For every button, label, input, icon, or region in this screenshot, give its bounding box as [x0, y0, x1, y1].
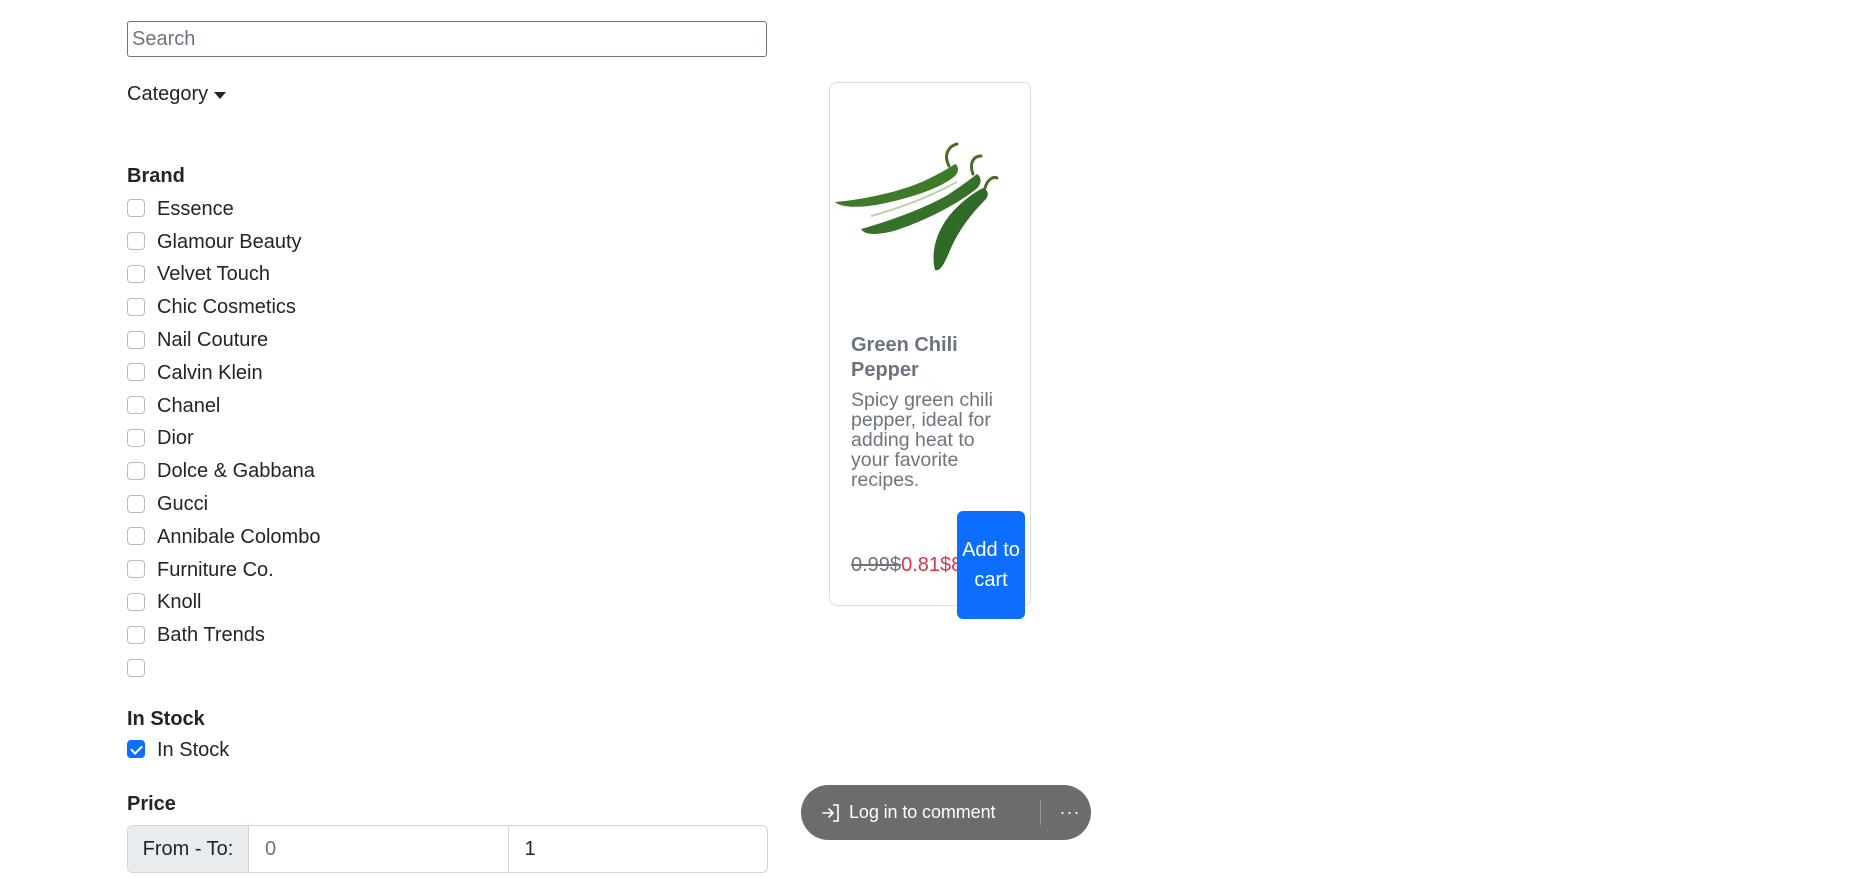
brand-checkbox[interactable]: [127, 199, 145, 218]
product-title: Green Chili Pepper: [851, 334, 958, 381]
product-description: Spicy green chili pepper, ideal for addi…: [851, 389, 993, 491]
brand-checkbox[interactable]: [127, 330, 145, 349]
comment-bar: Log in to comment ···: [801, 785, 1091, 840]
brand-label: Bath Trends: [157, 624, 265, 647]
brand-option[interactable]: Chic Cosmetics: [127, 291, 320, 324]
log-in-to-comment-button[interactable]: Log in to comment: [849, 802, 995, 823]
brand-label: Annibale Colombo: [157, 525, 321, 548]
sale-price: 0.81$: [901, 554, 952, 576]
brand-label: Knoll: [157, 591, 202, 614]
login-icon: [822, 803, 839, 822]
brand-checkbox[interactable]: [127, 461, 145, 480]
in-stock-label: In Stock: [157, 738, 230, 761]
brand-checkbox[interactable]: [127, 297, 145, 316]
in-stock-title: In Stock: [127, 708, 205, 730]
brand-checkbox[interactable]: [127, 560, 145, 579]
brand-label: Dolce & Gabbana: [157, 460, 315, 483]
brand-option[interactable]: Nail Couture: [127, 324, 320, 357]
brand-label: Chanel: [157, 394, 221, 417]
brand-label: Calvin Klein: [157, 361, 263, 384]
category-dropdown[interactable]: Category: [127, 83, 227, 106]
brand-option[interactable]: Calvin Klein: [127, 357, 320, 390]
brand-checkbox[interactable]: [127, 494, 145, 513]
brand-checkbox[interactable]: [127, 264, 145, 283]
brand-checkbox[interactable]: [127, 625, 145, 644]
brand-option[interactable]: Dior: [127, 423, 320, 456]
old-price: 0.99$: [851, 554, 902, 576]
brand-checkbox[interactable]: [127, 363, 145, 382]
brand-list: Essence Glamour Beauty Velvet Touch Chic Co…: [127, 193, 320, 685]
brand-option[interactable]: [127, 652, 320, 685]
brand-label: Glamour Beauty: [157, 230, 302, 253]
brand-checkbox[interactable]: [127, 658, 145, 677]
add-to-cart-button[interactable]: Add to cart: [957, 511, 1025, 619]
price-title: Price: [127, 793, 176, 815]
brand-option[interactable]: Furniture Co.: [127, 554, 320, 587]
brand-option[interactable]: Velvet Touch: [127, 259, 320, 292]
in-stock-option[interactable]: In Stock: [127, 735, 229, 765]
more-icon[interactable]: ···: [1059, 797, 1081, 827]
price-range-group: From - To:: [127, 825, 768, 873]
price-from-input[interactable]: [249, 826, 509, 872]
comment-bar-divider: [1040, 800, 1041, 825]
price-range-label: From - To:: [128, 826, 249, 872]
caret-down-icon: [214, 92, 227, 99]
brand-option[interactable]: Knoll: [127, 587, 320, 620]
brand-label: Furniture Co.: [157, 558, 274, 581]
brand-option[interactable]: Glamour Beauty: [127, 226, 320, 259]
brand-label: Gucci: [157, 493, 209, 516]
brand-label: Chic Cosmetics: [157, 296, 296, 319]
in-stock-checkbox[interactable]: [127, 740, 145, 758]
brand-checkbox[interactable]: [127, 232, 145, 251]
brand-option[interactable]: Gucci: [127, 488, 320, 521]
brand-option[interactable]: Bath Trends: [127, 619, 320, 652]
brand-title: Brand: [127, 165, 185, 187]
brand-option[interactable]: Dolce & Gabbana: [127, 455, 320, 488]
product-price: 0.99$0.81$8: [851, 554, 959, 577]
brand-label: Essence: [157, 197, 234, 220]
brand-option[interactable]: Chanel: [127, 390, 320, 423]
brand-option[interactable]: Annibale Colombo: [127, 521, 320, 554]
brand-checkbox[interactable]: [127, 592, 145, 611]
green-chili-pepper-image: [835, 142, 999, 271]
brand-label: Dior: [157, 427, 194, 450]
brand-label: Nail Couture: [157, 329, 269, 352]
brand-checkbox[interactable]: [127, 527, 145, 546]
price-to-input[interactable]: [508, 826, 767, 872]
category-label: Category: [127, 83, 209, 105]
brand-checkbox[interactable]: [127, 428, 145, 447]
brand-label: Velvet Touch: [157, 263, 271, 286]
search-input[interactable]: [127, 21, 767, 57]
brand-option[interactable]: Essence: [127, 193, 320, 226]
brand-checkbox[interactable]: [127, 396, 145, 415]
